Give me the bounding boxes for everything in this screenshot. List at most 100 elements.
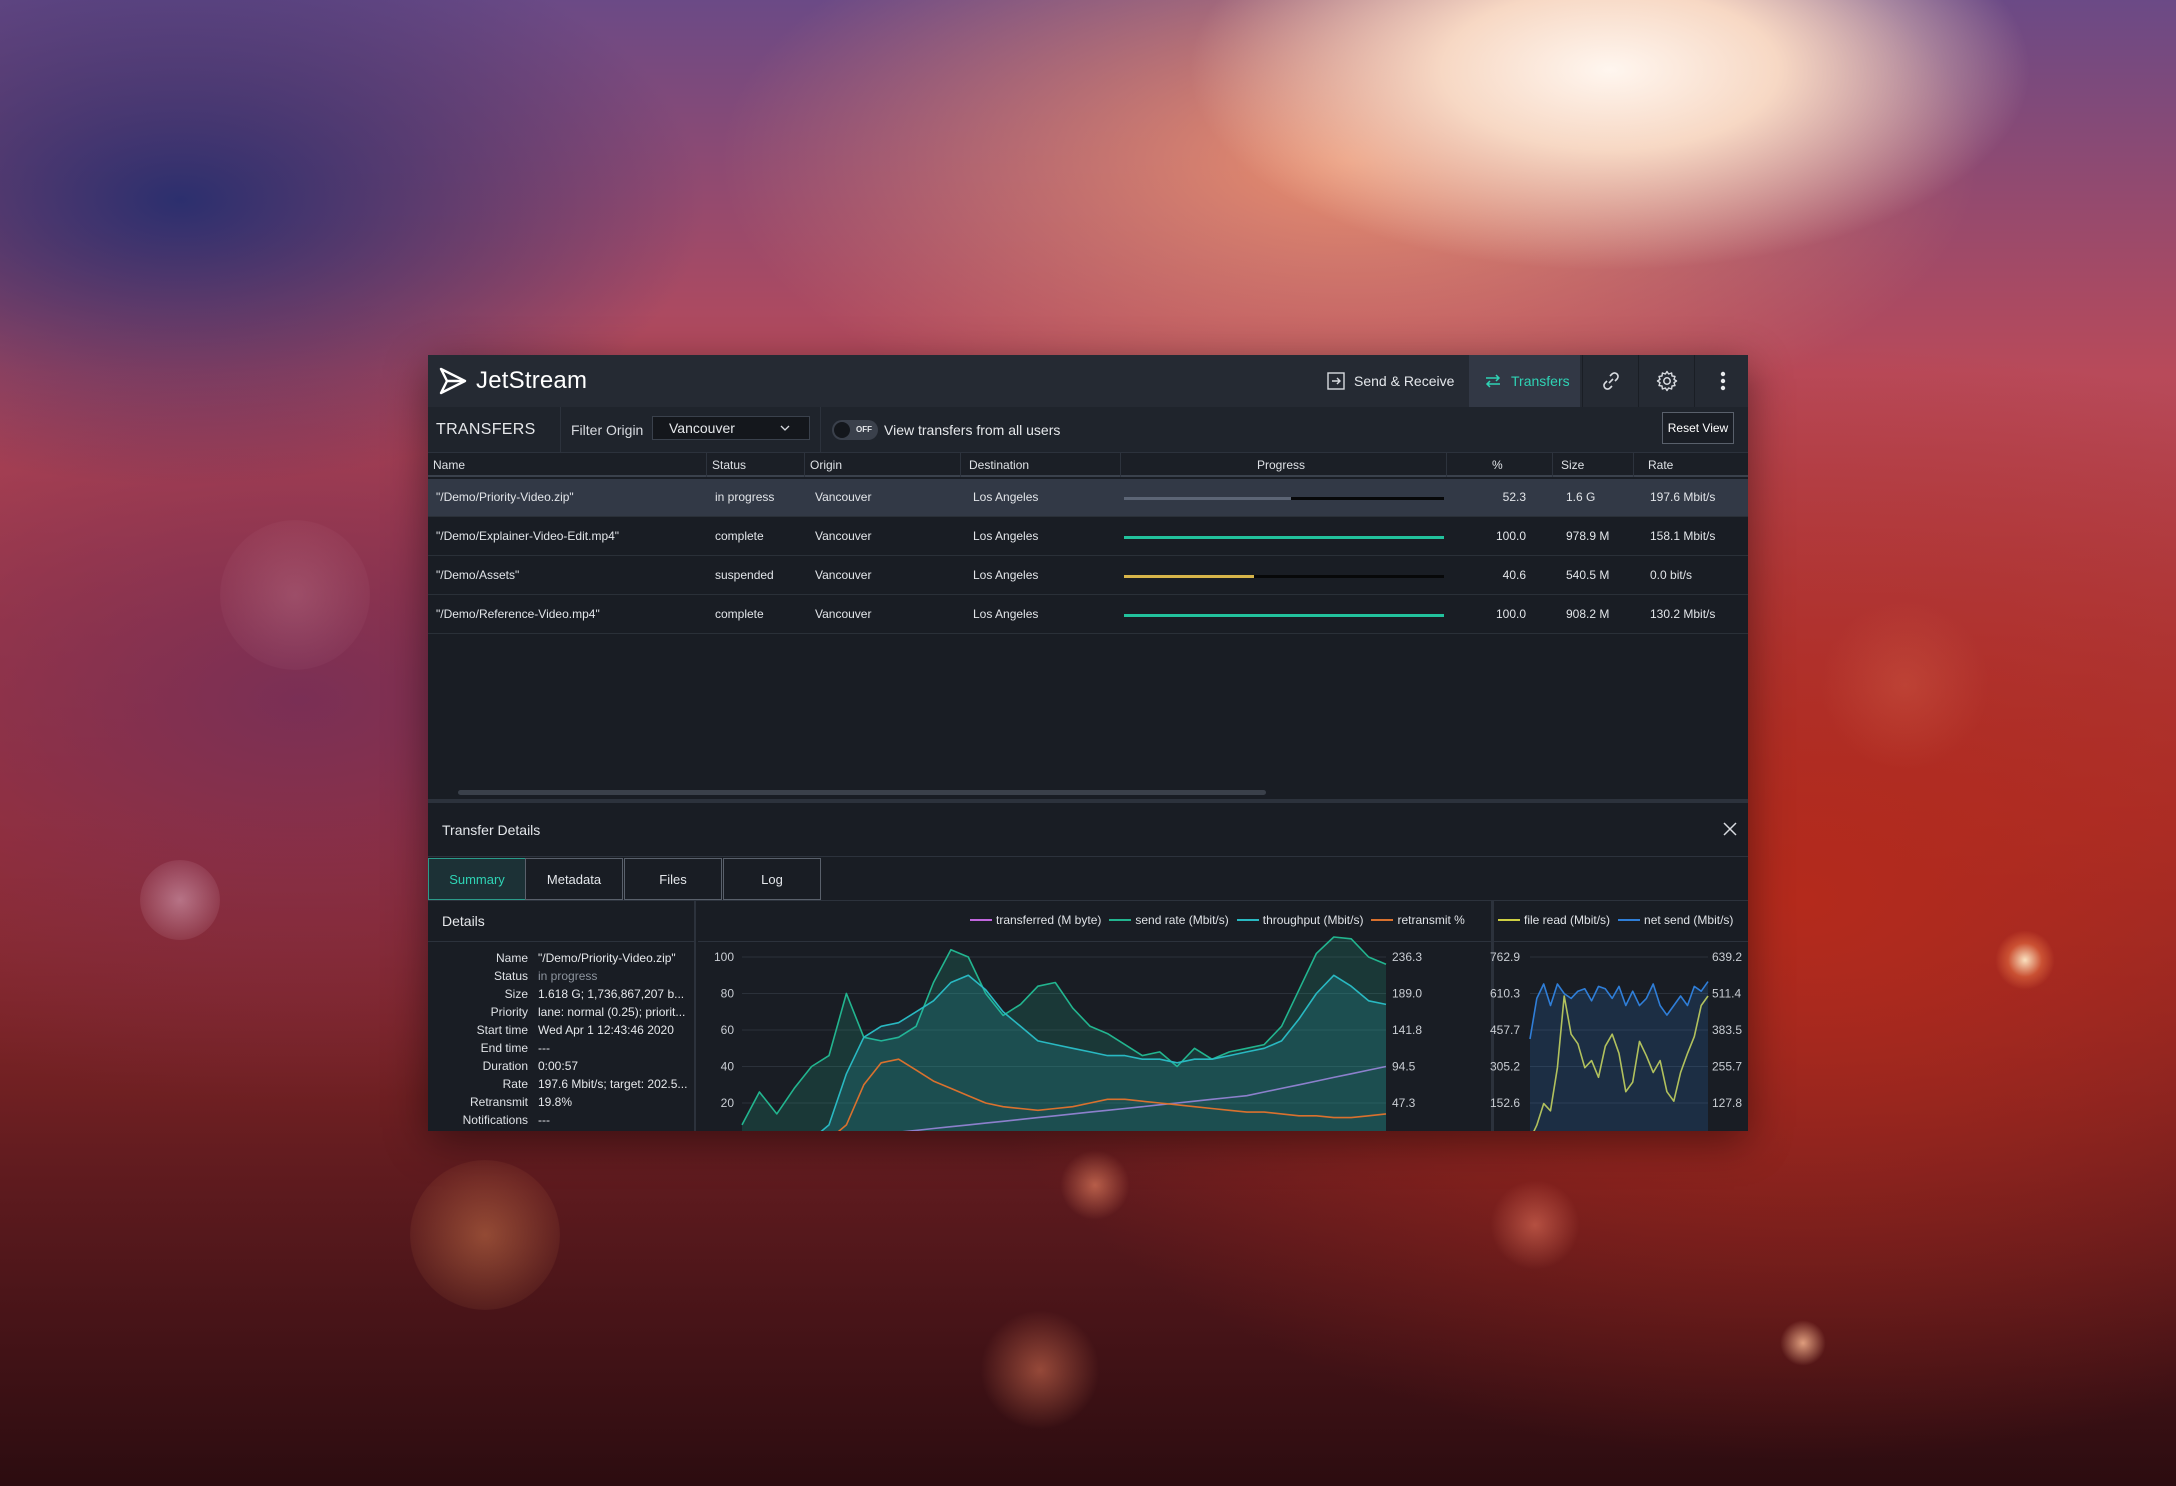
details-panel-title: Details bbox=[442, 913, 485, 929]
column-divider bbox=[1633, 453, 1634, 477]
detail-key: Status bbox=[493, 969, 528, 983]
cell-percent: 100.0 bbox=[1495, 607, 1526, 621]
detail-value: 197.6 Mbit/s; target: 202.5... bbox=[538, 1077, 688, 1091]
main-y-tick-right: 189.0 bbox=[1392, 987, 1422, 1001]
bokeh-light bbox=[1995, 930, 2055, 990]
nav-transfers[interactable]: Transfers bbox=[1469, 355, 1580, 407]
table-row[interactable]: "/Demo/Reference-Video.mp4" complete Van… bbox=[428, 596, 1748, 634]
page-title: TRANSFERS bbox=[436, 421, 536, 438]
io-y-tick-right: 255.7 bbox=[1712, 1060, 1742, 1074]
toggle-knob bbox=[834, 422, 850, 438]
transfer-charts: transferred (M byte) send rate (Mbit/s) … bbox=[698, 901, 1748, 1131]
transfers-icon bbox=[1485, 374, 1501, 388]
detail-key: Name bbox=[495, 951, 528, 965]
table-header: Name Status Origin Destination Progress … bbox=[428, 453, 1748, 477]
io-y-tick-right: 127.8 bbox=[1712, 1096, 1742, 1110]
cell-name: "/Demo/Explainer-Video-Edit.mp4" bbox=[436, 529, 620, 543]
more-menu-button[interactable] bbox=[1694, 355, 1748, 407]
column-header-name[interactable]: Name bbox=[433, 458, 465, 472]
table-row[interactable]: "/Demo/Assets" suspended Vancouver Los A… bbox=[428, 557, 1748, 595]
detail-key: Start time bbox=[476, 1023, 528, 1037]
send-receive-icon bbox=[1327, 372, 1345, 390]
io-y-tick-left: 305.2 bbox=[1490, 1060, 1520, 1074]
cell-status: in progress bbox=[715, 490, 775, 504]
nav-send-receive[interactable]: Send & Receive bbox=[1326, 355, 1466, 407]
cell-rate: 158.1 Mbit/s bbox=[1650, 529, 1716, 543]
main-y-tick-right: 141.8 bbox=[1392, 1023, 1422, 1037]
column-header-percent[interactable]: % bbox=[1492, 458, 1503, 472]
cell-name: "/Demo/Assets" bbox=[436, 568, 520, 582]
cell-destination: Los Angeles bbox=[973, 568, 1039, 582]
cell-destination: Los Angeles bbox=[973, 529, 1039, 543]
filter-origin-value: Vancouver bbox=[669, 420, 735, 436]
column-header-origin[interactable]: Origin bbox=[810, 458, 842, 472]
detail-key: Notifications bbox=[462, 1113, 528, 1127]
more-vertical-icon bbox=[1720, 371, 1725, 391]
tab-summary[interactable]: Summary bbox=[428, 858, 526, 900]
table-horizontal-scrollbar[interactable] bbox=[458, 790, 1266, 795]
app-logo: JetStream bbox=[438, 365, 587, 397]
column-divider bbox=[706, 453, 707, 477]
filter-origin-select[interactable]: Vancouver bbox=[652, 416, 810, 440]
bokeh-light bbox=[1780, 1320, 1826, 1366]
cell-destination: Los Angeles bbox=[973, 490, 1039, 504]
table-row[interactable]: "/Demo/Explainer-Video-Edit.mp4" complet… bbox=[428, 518, 1748, 556]
progress-bar bbox=[1124, 497, 1444, 500]
cell-status: complete bbox=[715, 607, 764, 621]
cell-size: 978.9 M bbox=[1566, 529, 1610, 543]
link-button[interactable] bbox=[1582, 355, 1638, 407]
cell-status: suspended bbox=[715, 568, 774, 582]
filter-origin-label: Filter Origin bbox=[571, 422, 644, 438]
progress-fill bbox=[1124, 614, 1444, 617]
bokeh-light bbox=[220, 520, 370, 670]
progress-bar bbox=[1124, 614, 1444, 617]
detail-value: --- bbox=[538, 1113, 550, 1127]
cell-size: 908.2 M bbox=[1566, 607, 1610, 621]
nav-transfers-label: Transfers bbox=[1511, 373, 1570, 389]
tab-files[interactable]: Files bbox=[624, 858, 722, 900]
detail-value: "/Demo/Priority-Video.zip" bbox=[538, 951, 676, 965]
detail-value: lane: normal (0.25); priorit... bbox=[538, 1005, 686, 1019]
cell-size: 1.6 G bbox=[1566, 490, 1596, 504]
column-header-status[interactable]: Status bbox=[712, 458, 746, 472]
cell-name: "/Demo/Reference-Video.mp4" bbox=[436, 607, 600, 621]
main-y-tick-right: 94.5 bbox=[1392, 1060, 1416, 1074]
progress-fill bbox=[1124, 497, 1292, 500]
detail-key: Priority bbox=[490, 1005, 528, 1019]
column-header-size[interactable]: Size bbox=[1561, 458, 1584, 472]
settings-button[interactable] bbox=[1638, 355, 1694, 407]
transfer-details-title: Transfer Details bbox=[442, 822, 541, 838]
bokeh-light bbox=[1060, 1150, 1130, 1220]
main-y-tick-left: 60 bbox=[721, 1023, 735, 1037]
toolbar-divider bbox=[820, 407, 821, 453]
detail-value: Wed Apr 1 12:43:46 2020 bbox=[538, 1023, 674, 1037]
all-users-toggle[interactable]: OFF bbox=[832, 420, 878, 440]
progress-bar bbox=[1124, 536, 1444, 539]
tab-metadata[interactable]: Metadata bbox=[525, 858, 623, 900]
chevron-down-icon bbox=[780, 425, 790, 431]
app-name: JetStream bbox=[476, 367, 588, 394]
reset-view-button[interactable]: Reset View bbox=[1662, 412, 1734, 444]
link-icon bbox=[1602, 372, 1619, 390]
bokeh-light bbox=[980, 1310, 1100, 1430]
cell-percent: 100.0 bbox=[1495, 529, 1526, 543]
io-series-area bbox=[1530, 981, 1708, 1131]
close-icon[interactable] bbox=[1722, 821, 1738, 837]
column-header-destination[interactable]: Destination bbox=[969, 458, 1029, 472]
tab-log[interactable]: Log bbox=[723, 858, 821, 900]
cell-origin: Vancouver bbox=[815, 607, 872, 621]
main-y-tick-right: 47.3 bbox=[1392, 1096, 1416, 1110]
toggle-state: OFF bbox=[856, 425, 872, 434]
cell-status: complete bbox=[715, 529, 764, 543]
column-header-rate[interactable]: Rate bbox=[1648, 458, 1673, 472]
table-row[interactable]: "/Demo/Priority-Video.zip" in progress V… bbox=[428, 479, 1748, 517]
cell-rate: 197.6 Mbit/s bbox=[1650, 490, 1716, 504]
all-users-toggle-label: View transfers from all users bbox=[884, 422, 1061, 438]
detail-value: 19.8% bbox=[538, 1095, 573, 1109]
column-header-progress[interactable]: Progress bbox=[1257, 458, 1305, 472]
io-y-tick-right: 511.4 bbox=[1712, 987, 1741, 1001]
detail-key: Duration bbox=[482, 1059, 528, 1073]
bokeh-light bbox=[1490, 1180, 1580, 1270]
column-divider bbox=[1552, 453, 1553, 477]
detail-key: Rate bbox=[502, 1077, 528, 1091]
